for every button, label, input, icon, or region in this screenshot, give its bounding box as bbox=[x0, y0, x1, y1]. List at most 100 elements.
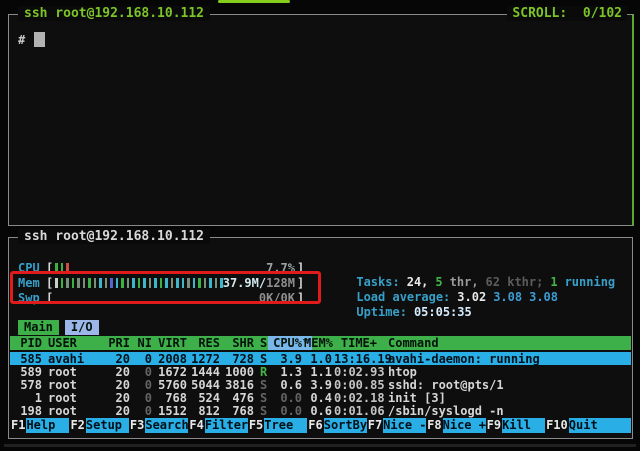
cell-command: avahi-daemon: running bbox=[388, 352, 540, 366]
meter-tick bbox=[61, 263, 64, 273]
cpu-meter-bracket-close: ] bbox=[297, 261, 304, 275]
uptime-value: 05:05:35 bbox=[414, 305, 472, 319]
cell-cpu: 3.9 bbox=[270, 352, 302, 366]
meter-tick bbox=[143, 278, 146, 288]
bottom-pane: ssh root@192.168.10.112 CPU [ 7.7% ] Mem… bbox=[8, 237, 633, 439]
fkey-number: F8 bbox=[426, 418, 442, 433]
bottom-pane-title: ssh root@192.168.10.112 bbox=[18, 229, 210, 244]
meter-tick bbox=[110, 278, 113, 288]
uptime-label: Uptime: bbox=[356, 305, 407, 319]
header-command[interactable]: Command bbox=[388, 336, 439, 350]
cpu-meter-bar bbox=[55, 263, 72, 273]
fkey-tree[interactable]: F5Tree bbox=[248, 418, 307, 433]
meter-tick bbox=[72, 278, 75, 288]
cell-shr: 3816 bbox=[222, 378, 254, 392]
cell-res: 524 bbox=[189, 391, 220, 405]
cell-pid: 585 bbox=[12, 352, 42, 366]
header-shr[interactable]: SHR bbox=[222, 336, 254, 350]
meter-tick bbox=[160, 278, 163, 288]
uptime-line: Uptime:05:05:35 bbox=[313, 291, 479, 305]
cell-shr: 1000 bbox=[222, 365, 254, 379]
meter-tick bbox=[88, 278, 91, 288]
fkey-number: F3 bbox=[129, 418, 145, 433]
mem-total-value: 128M bbox=[266, 276, 295, 290]
cell-virt: 2008 bbox=[154, 352, 187, 366]
fkey-label: Search bbox=[145, 418, 188, 433]
header-res[interactable]: RES bbox=[189, 336, 220, 350]
cell-res: 5044 bbox=[189, 378, 220, 392]
cell-cpu: 0.6 bbox=[270, 378, 302, 392]
process-row-selected[interactable]: 585 avahi 20 0 2008 1272 728 S 3.9 1.0 1… bbox=[10, 352, 631, 365]
cell-mem: 0.6 bbox=[304, 404, 332, 418]
tab-io[interactable]: I/O bbox=[65, 320, 99, 335]
fkey-nice-plus[interactable]: F8Nice + bbox=[426, 418, 485, 433]
swap-meter-bracket-open: [ bbox=[46, 291, 53, 305]
cell-pid: 1 bbox=[12, 391, 42, 405]
fkey-number: F2 bbox=[69, 418, 85, 433]
process-row[interactable]: 1 root 20 0 768 524 476 S 0.0 0.4 0:02.1… bbox=[10, 391, 631, 404]
fkey-label: Nice - bbox=[383, 418, 426, 433]
fkey-number: F9 bbox=[486, 418, 502, 433]
fkey-number: F10 bbox=[545, 418, 569, 433]
fkey-search[interactable]: F3Search bbox=[129, 418, 188, 433]
cell-command: sshd: root@pts/1 bbox=[388, 378, 504, 392]
cell-cpu: 0.0 bbox=[270, 404, 302, 418]
header-mem-percent[interactable]: MEM% bbox=[304, 336, 332, 350]
fkey-label: Filter bbox=[205, 418, 248, 433]
cell-cpu: 1.3 bbox=[270, 365, 302, 379]
fkey-setup[interactable]: F2Setup bbox=[69, 418, 128, 433]
cell-virt: 5760 bbox=[154, 378, 187, 392]
meter-tick bbox=[165, 278, 168, 288]
header-ni[interactable]: NI bbox=[132, 336, 152, 350]
process-row[interactable]: 578 root 20 0 5760 5044 3816 S 0.6 3.9 0… bbox=[10, 378, 631, 391]
process-row[interactable]: 589 root 20 0 1672 1444 1000 R 1.3 1.1 0… bbox=[10, 365, 631, 378]
header-time[interactable]: TIME+ bbox=[334, 336, 377, 350]
video-artifact-smear bbox=[4, 444, 636, 447]
fkey-bar-filler bbox=[612, 418, 631, 433]
fkey-quit[interactable]: F10Quit bbox=[545, 418, 612, 433]
cpu-meter-value: 7.7% bbox=[199, 261, 295, 275]
cell-virt: 1512 bbox=[154, 404, 187, 418]
mem-meter-bracket-close: ] bbox=[297, 276, 304, 290]
cell-res: 812 bbox=[189, 404, 220, 418]
cell-shr: 768 bbox=[222, 404, 254, 418]
cell-pri: 20 bbox=[98, 404, 130, 418]
header-virt[interactable]: VIRT bbox=[154, 336, 187, 350]
cell-time: 13:16.19 bbox=[334, 352, 377, 366]
meter-tick bbox=[105, 278, 108, 288]
swap-meter-label: Swp bbox=[18, 291, 40, 305]
fkey-number: F4 bbox=[188, 418, 204, 433]
header-pri[interactable]: PRI bbox=[98, 336, 130, 350]
swap-meter: Swp [ 0K/0K ] bbox=[9, 291, 311, 305]
fkey-number: F5 bbox=[248, 418, 264, 433]
cell-mem: 1.0 bbox=[304, 352, 332, 366]
shell-prompt-line[interactable]: # bbox=[18, 32, 45, 50]
header-pid[interactable]: PID bbox=[12, 336, 42, 350]
running-label: running bbox=[565, 275, 616, 289]
cell-time: 0:00.85 bbox=[334, 378, 377, 392]
load-15min: 3.08 bbox=[529, 290, 558, 304]
fkey-label: Tree bbox=[264, 418, 307, 433]
fkey-nice-minus[interactable]: F7Nice - bbox=[367, 418, 426, 433]
cell-mem: 3.9 bbox=[304, 378, 332, 392]
fkey-kill[interactable]: F9Kill bbox=[486, 418, 545, 433]
cell-pri: 20 bbox=[98, 391, 130, 405]
meter-tick bbox=[55, 263, 58, 273]
cell-shr: 476 bbox=[222, 391, 254, 405]
fkey-help[interactable]: F1Help bbox=[10, 418, 69, 433]
cell-virt: 1672 bbox=[154, 365, 187, 379]
tab-main[interactable]: Main bbox=[18, 320, 59, 335]
load-average-line: Load average:3.023.083.08 bbox=[313, 276, 565, 290]
fkey-number: F7 bbox=[367, 418, 383, 433]
fkey-filter[interactable]: F4Filter bbox=[188, 418, 247, 433]
fkey-sortby[interactable]: F6SortBy bbox=[307, 418, 366, 433]
cell-command: htop bbox=[388, 365, 417, 379]
process-row[interactable]: 198 root 20 0 1512 812 768 S 0.0 0.6 0:0… bbox=[10, 404, 631, 417]
tasks-stat-line: Tasks:24,5thr,62 kthr;1running bbox=[313, 261, 622, 275]
meter-tick bbox=[99, 278, 102, 288]
cell-pid: 589 bbox=[12, 365, 42, 379]
meter-tick bbox=[121, 278, 124, 288]
cell-shr: 728 bbox=[222, 352, 254, 366]
cpu-meter: CPU [ 7.7% ] bbox=[9, 261, 311, 275]
header-cpu-percent[interactable]: CPU% bbox=[270, 336, 302, 350]
